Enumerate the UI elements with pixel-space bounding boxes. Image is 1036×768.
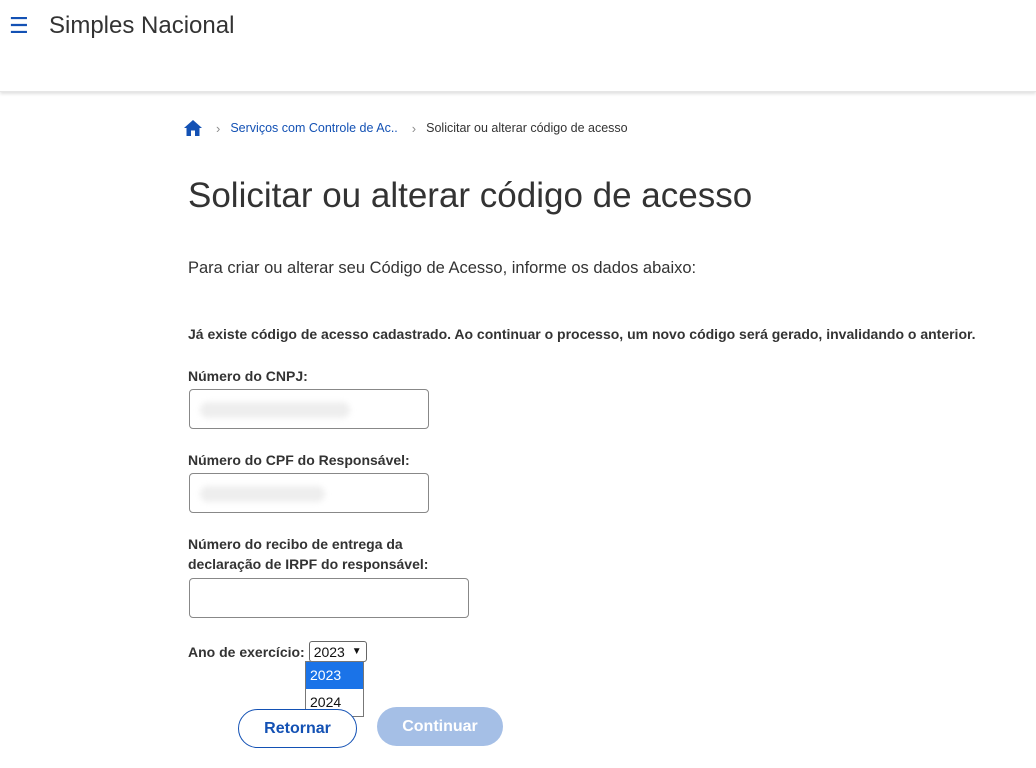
- breadcrumb-link-services[interactable]: Serviços com Controle de Ac..: [230, 121, 397, 135]
- receipt-label: Número do recibo de entrega da declaraçã…: [188, 534, 428, 574]
- chevron-right-icon: ›: [216, 120, 221, 136]
- year-row: Ano de exercício: 2023 ▼: [188, 641, 367, 662]
- hamburger-menu-icon[interactable]: ☰: [9, 15, 29, 37]
- chevron-right-icon: ›: [411, 120, 417, 136]
- breadcrumb-current: Solicitar ou alterar código de acesso: [426, 121, 628, 135]
- receipt-label-line1: Número do recibo de entrega da: [188, 536, 403, 552]
- year-label: Ano de exercício:: [188, 643, 305, 660]
- year-select[interactable]: 2023 ▼: [308, 641, 367, 662]
- notice-text: Já existe código de acesso cadastrado. A…: [188, 326, 976, 342]
- app-title: Simples Nacional: [49, 12, 235, 39]
- back-button[interactable]: Retornar: [238, 709, 357, 748]
- top-header: ☰ Simples Nacional: [0, 0, 1036, 92]
- cnpj-label: Número do CNPJ:: [188, 368, 308, 384]
- year-selected-value: 2023: [313, 643, 345, 660]
- redacted-value: [200, 486, 325, 502]
- receipt-label-line2: declaração de IRPF do responsável:: [188, 556, 429, 572]
- breadcrumb: › Serviços com Controle de Ac.. › Solici…: [184, 118, 628, 138]
- receipt-input[interactable]: [189, 578, 469, 618]
- home-icon[interactable]: [184, 120, 202, 136]
- redacted-value: [200, 402, 350, 418]
- year-option-2023[interactable]: 2023: [306, 662, 363, 689]
- continue-button[interactable]: Continuar: [377, 707, 503, 746]
- intro-text: Para criar ou alterar seu Código de Aces…: [188, 259, 697, 277]
- cpf-label: Número do CPF do Responsável:: [188, 452, 410, 468]
- cnpj-input[interactable]: [189, 389, 429, 429]
- cpf-input[interactable]: [189, 473, 429, 513]
- page-title: Solicitar ou alterar código de acesso: [188, 176, 753, 215]
- chevron-down-icon: ▼: [351, 646, 362, 657]
